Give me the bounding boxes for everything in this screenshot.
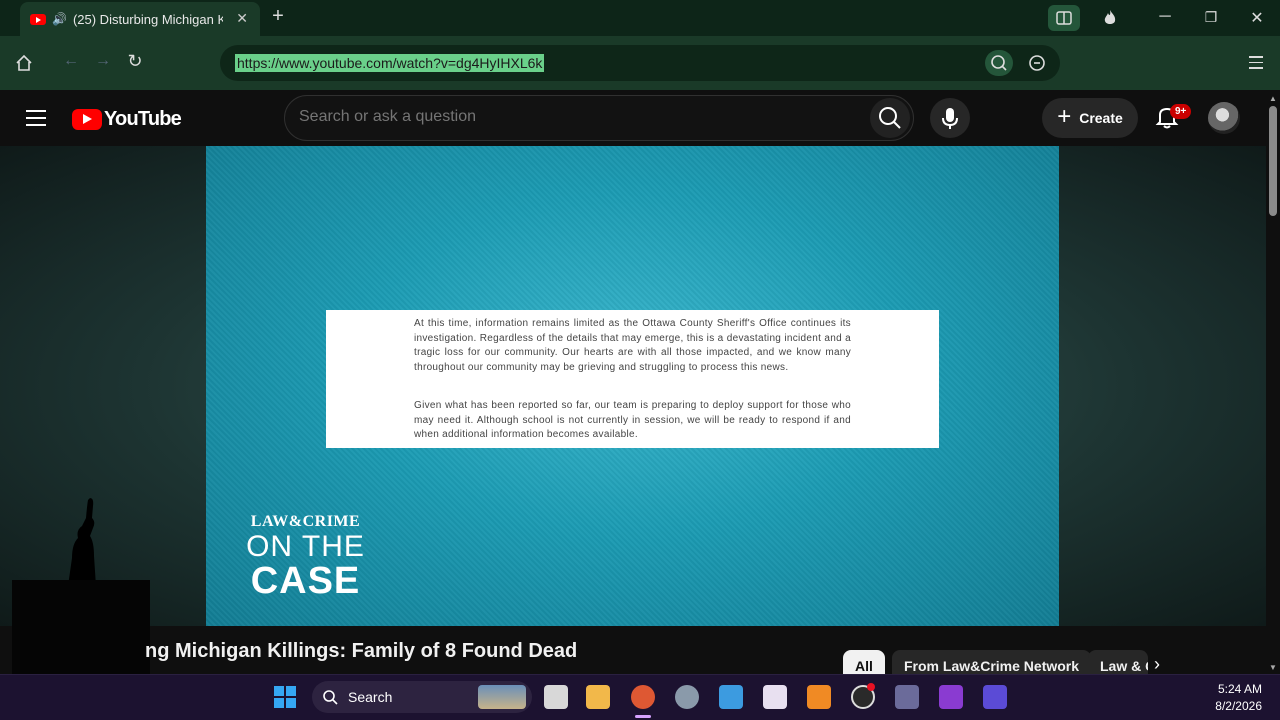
youtube-header: YouTube + Create	[0, 90, 1266, 146]
tab-close-icon[interactable]: ✕	[236, 10, 248, 27]
create-button[interactable]: + Create	[1042, 98, 1138, 138]
browser-tab[interactable]: 🔊 (25) Disturbing Michigan K ✕	[20, 2, 260, 36]
youtube-play-icon	[72, 109, 102, 130]
address-toolbar: ← → ↻ https://www.youtube.com/watch?v=dg…	[0, 36, 1280, 90]
task-view-icon[interactable]	[544, 685, 568, 709]
system-clock[interactable]: 5:24 AM 8/2/2026	[1215, 681, 1262, 715]
split-view-icon[interactable]	[1048, 5, 1080, 31]
taskbar-search[interactable]: Search	[312, 681, 532, 713]
search-button[interactable]	[870, 98, 910, 138]
active-app-indicator	[635, 715, 651, 718]
flame-icon[interactable]	[1100, 8, 1120, 33]
file-explorer-icon[interactable]	[586, 685, 610, 709]
browser-menu-icon[interactable]	[1249, 56, 1263, 69]
scroll-down-icon[interactable]: ▼	[1269, 663, 1277, 672]
reload-icon[interactable]: ↻	[123, 51, 147, 72]
search-highlight-image	[478, 685, 526, 709]
scrollbar-thumb[interactable]	[1269, 106, 1277, 216]
search-icon	[323, 690, 338, 705]
app-icon[interactable]	[983, 685, 1007, 709]
paint-icon[interactable]	[763, 685, 787, 709]
search-box[interactable]	[284, 95, 914, 141]
recording-dot	[867, 683, 875, 691]
statement-paragraph: Given what has been reported so far, our…	[414, 400, 851, 441]
video-player[interactable]: At this time, information remains limite…	[206, 146, 1059, 626]
statement-document: At this time, information remains limite…	[326, 310, 939, 448]
search-icon[interactable]	[985, 50, 1013, 76]
fl-studio-icon[interactable]	[807, 685, 831, 709]
youtube-logo[interactable]: YouTube	[72, 108, 182, 131]
avatar[interactable]	[1208, 102, 1240, 134]
statement-paragraph: At this time, information remains limite…	[414, 318, 851, 374]
chat-assistant-icon[interactable]	[1023, 50, 1051, 76]
law-crime-on-the-case-logo: LAW&CRIME ON THE CASE	[246, 513, 365, 602]
minimize-button[interactable]: ─	[1153, 8, 1177, 26]
url-bar[interactable]: https://www.youtube.com/watch?v=dg4HyIHX…	[220, 45, 1060, 81]
browser-tab-bar: 🔊 (25) Disturbing Michigan K ✕ + ─ ❐ ✕	[0, 0, 1280, 36]
home-icon[interactable]	[14, 53, 34, 78]
chevron-right-icon[interactable]: ›	[1154, 654, 1160, 675]
new-tab-button[interactable]: +	[266, 5, 290, 28]
video-title: ng Michigan Killings: Family of 8 Found …	[145, 640, 578, 662]
page-scrollbar[interactable]: ▲ ▼	[1266, 90, 1280, 674]
clipchamp-icon[interactable]	[939, 685, 963, 709]
voice-search-button[interactable]	[930, 98, 970, 138]
calculator-icon[interactable]	[895, 685, 919, 709]
taskbar: Search 5:24 AM 8/2/2026	[0, 674, 1280, 720]
duckduckgo-browser-icon[interactable]	[631, 685, 655, 709]
plus-icon: +	[1057, 103, 1072, 130]
person-silhouette	[68, 498, 96, 586]
guide-menu-icon[interactable]	[26, 110, 46, 126]
settings-gear-icon[interactable]	[675, 685, 699, 709]
notification-badge: 9+	[1170, 104, 1192, 119]
forward-icon[interactable]: →	[91, 52, 115, 70]
scroll-up-icon[interactable]: ▲	[1269, 94, 1277, 103]
url-text[interactable]: https://www.youtube.com/watch?v=dg4HyIHX…	[235, 54, 545, 72]
youtube-favicon-icon	[30, 13, 46, 25]
close-window-button[interactable]: ✕	[1245, 8, 1269, 28]
back-icon[interactable]: ←	[59, 52, 83, 70]
notepad-icon[interactable]	[719, 685, 743, 709]
tab-title: (25) Disturbing Michigan K	[72, 11, 223, 27]
search-input[interactable]	[299, 108, 859, 126]
speaker-icon[interactable]: 🔊	[52, 12, 67, 26]
restore-button[interactable]: ❐	[1199, 9, 1223, 26]
windows-start-icon[interactable]	[274, 686, 296, 708]
